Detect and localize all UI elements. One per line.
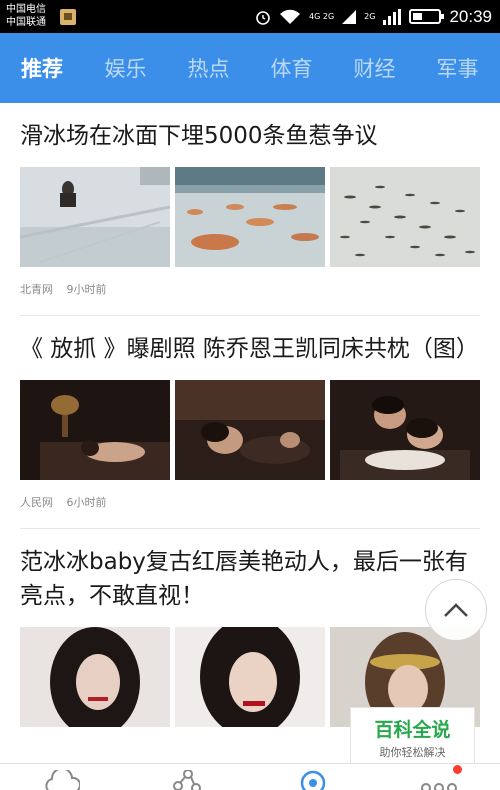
bottom-nav xyxy=(0,763,500,790)
thumbnail-image xyxy=(175,167,325,267)
news-meta: 人民网 6小时前 xyxy=(20,494,480,510)
news-title: 范冰冰baby复古红唇美艳动人，最后一张有亮点，不敢直视！ xyxy=(20,549,468,609)
wifi-icon xyxy=(279,9,301,25)
thumbnail-image xyxy=(20,380,170,480)
thumbnail-image xyxy=(330,380,480,480)
status-bar: 中国电信 中国联通 4G 2G 2G 20:39 xyxy=(0,0,500,33)
tab-entertainment[interactable]: 娱乐 xyxy=(84,53,167,83)
network-type-labels-2: 2G xyxy=(364,12,375,21)
notification-dot xyxy=(453,765,462,774)
news-item[interactable]: 《 放抓 》曝剧照 陈乔恩王凯同床共枕（图） 人民网 6小时前 xyxy=(0,316,500,510)
share-icon[interactable] xyxy=(172,769,202,790)
tab-sports[interactable]: 体育 xyxy=(250,53,333,83)
news-title: 《 放抓 》曝剧照 陈乔恩王凯同床共枕（图） xyxy=(20,336,479,362)
status-icons: 4G 2G 2G 20:39 xyxy=(255,0,492,33)
thumbnail-row xyxy=(20,167,480,267)
chevron-up-icon xyxy=(444,603,468,617)
thumbnail-image xyxy=(175,627,325,727)
tab-recommend[interactable]: 推荐 xyxy=(0,53,84,83)
news-source: 人民网 xyxy=(20,496,53,509)
category-tabs: 推荐 娱乐 热点 体育 财经 军事 xyxy=(0,33,500,103)
tab-finance[interactable]: 财经 xyxy=(333,53,416,83)
network-top-label: 4G 2G xyxy=(309,12,335,21)
news-meta: 北青网 9小时前 xyxy=(20,281,480,297)
thumbnail-row xyxy=(20,380,480,480)
thumbnail-image xyxy=(175,380,325,480)
cloud-icon[interactable] xyxy=(44,767,82,790)
alarm-icon xyxy=(255,9,271,25)
carrier-2: 中国联通 xyxy=(6,17,46,28)
watermark-title: 百科全说 xyxy=(374,719,451,741)
watermark-logo: 百科全说 助你轻松解决 xyxy=(350,707,475,765)
news-title: 滑冰场在冰面下埋5000条鱼惹争议 xyxy=(20,123,378,149)
news-feed[interactable]: 滑冰场在冰面下埋5000条鱼惹争议 北青网 9小时前 《 放抓 》曝剧照 陈乔恩… xyxy=(0,103,500,763)
scroll-to-top-button[interactable] xyxy=(425,579,487,641)
carrier-1: 中国电信 xyxy=(6,4,46,15)
sim-card-icon xyxy=(60,9,76,25)
thumbnail-image xyxy=(20,627,170,727)
news-time: 9小时前 xyxy=(66,283,107,296)
tab-hot[interactable]: 热点 xyxy=(167,53,250,83)
watermark-subtitle: 助你轻松解决 xyxy=(379,746,446,759)
tab-military[interactable]: 军事 xyxy=(416,53,499,83)
signal-icon-1 xyxy=(342,9,357,24)
news-item[interactable]: 范冰冰baby复古红唇美艳动人，最后一张有亮点，不敢直视！ xyxy=(0,529,500,727)
news-time: 6小时前 xyxy=(66,496,107,509)
network-bottom-label: 2G xyxy=(364,12,376,21)
eye-icon[interactable] xyxy=(298,770,328,790)
signal-icon-2 xyxy=(383,8,402,25)
carrier-info: 中国电信 中国联通 xyxy=(6,3,46,29)
thumbnail-image xyxy=(20,167,170,267)
more-icon[interactable] xyxy=(421,778,457,790)
network-type-labels: 4G 2G xyxy=(309,12,334,21)
thumbnail-image xyxy=(330,167,480,267)
battery-icon xyxy=(409,9,445,24)
clock: 20:39 xyxy=(449,6,492,26)
news-item[interactable]: 滑冰场在冰面下埋5000条鱼惹争议 北青网 9小时前 xyxy=(0,103,500,297)
news-source: 北青网 xyxy=(20,283,53,296)
